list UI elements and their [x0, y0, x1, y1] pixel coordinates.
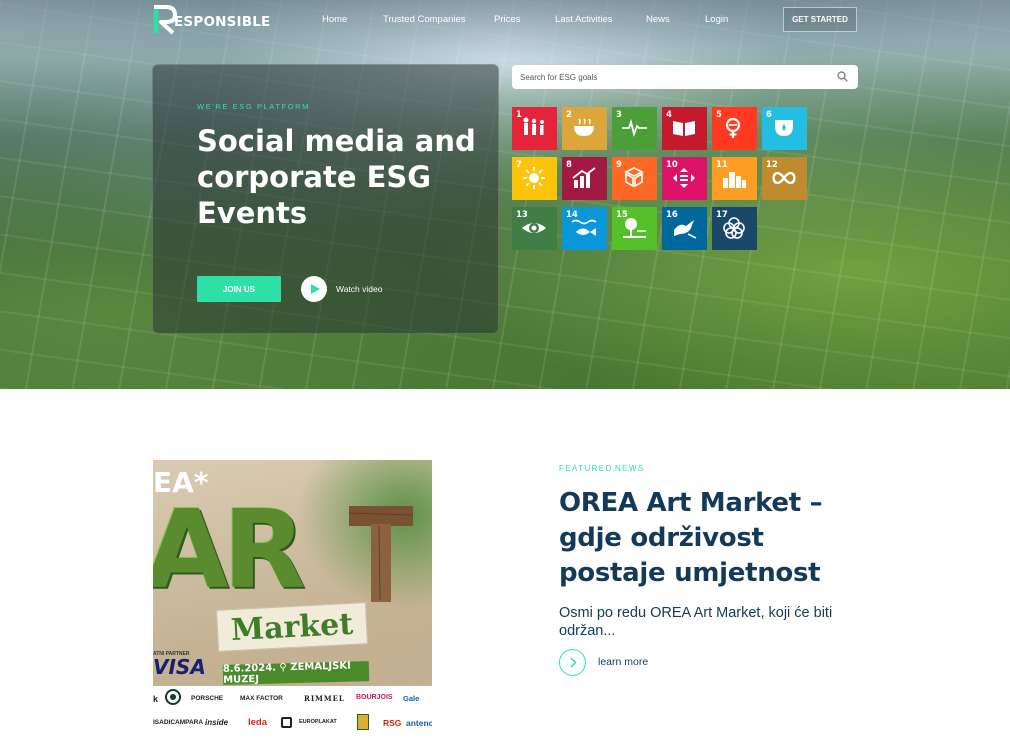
nav-trusted-companies[interactable]: Trusted Companies: [383, 14, 466, 25]
heartbeat-icon: [622, 118, 647, 138]
sdg-goal-16[interactable]: 16: [662, 207, 707, 250]
square-logo-icon: [281, 717, 292, 728]
crest-logo-icon: [357, 714, 369, 730]
wooden-letter-t-icon: [349, 506, 413, 602]
sponsor-logo: PORSCHE: [191, 695, 224, 702]
nav-news[interactable]: News: [646, 14, 670, 25]
hero-card: WE'RE ESG PLATFORM Social media and corp…: [152, 64, 499, 334]
nav-prices[interactable]: Prices: [494, 14, 520, 25]
city-buildings-icon: [723, 172, 746, 188]
sdg-goal-2[interactable]: 2: [562, 107, 607, 150]
sdg-goal-6[interactable]: 6: [762, 107, 807, 150]
infinity-icon: [772, 171, 796, 185]
esg-search: [512, 65, 858, 89]
category-news[interactable]: NEWS: [615, 464, 645, 473]
tree-land-icon: [623, 218, 646, 238]
chevron-right-icon: [569, 657, 577, 668]
poster-sponsors: k PORSCHE MAX FACTOR RIMMEL BOURJOIS Gal…: [153, 686, 432, 736]
post-excerpt: Osmi po redu OREA Art Market, koji će bi…: [559, 605, 833, 639]
sdg-goal-11[interactable]: 11: [712, 157, 757, 200]
poster-market-sign: Market: [216, 602, 368, 652]
equality-arrows-icon: [673, 168, 695, 188]
sponsor-logo: inside: [205, 718, 229, 727]
rings-icon: [723, 217, 745, 239]
sponsor-logo: MAX FACTOR: [240, 695, 283, 702]
sun-icon: [523, 167, 545, 189]
sdg-goal-13[interactable]: 13: [512, 207, 557, 250]
sponsor-logo: leda: [248, 717, 268, 728]
search-icon[interactable]: [837, 71, 848, 82]
logo-text: ESPONSIBLE: [174, 14, 271, 30]
sponsor-logo: BOURJOIS: [356, 694, 393, 701]
sdg-goal-15[interactable]: 15: [612, 207, 657, 250]
growth-chart-icon: [572, 167, 596, 188]
top-nav: ESPONSIBLE Home Trusted Companies Prices…: [0, 0, 1010, 40]
sdg-goal-4[interactable]: 4: [662, 107, 707, 150]
get-started-button[interactable]: GET STARTED: [783, 7, 857, 32]
sponsor-logo: k: [153, 694, 159, 704]
featured-image[interactable]: EA* AR Market ATNI PARTNER VISA 8.6.2024…: [153, 460, 432, 736]
bowl-icon: [574, 118, 594, 136]
nav-login[interactable]: Login: [705, 14, 728, 25]
sdg-goal-7[interactable]: 7: [512, 157, 557, 200]
sponsor-logo: ISADICAMPARA: [153, 719, 204, 726]
category-featured[interactable]: FEATURED: [559, 464, 613, 473]
dove-icon: [674, 220, 697, 239]
sdg-goal-3[interactable]: 3: [612, 107, 657, 150]
sdg-goal-10[interactable]: 10: [662, 157, 707, 200]
learn-more-link[interactable]: learn more: [598, 656, 648, 668]
gender-equality-icon: [725, 117, 741, 138]
play-icon: [310, 284, 320, 294]
sponsor-logo: EUROPLAKAT: [299, 719, 337, 725]
skoda-logo-icon: [165, 689, 181, 705]
play-video-button[interactable]: [301, 276, 327, 302]
sdg-goal-5[interactable]: 5: [712, 107, 757, 150]
post-title[interactable]: OREA Art Market – gdje održivost postaje…: [559, 486, 849, 591]
sponsor-logo: antenc: [406, 718, 432, 728]
poster-visa-logo: VISA: [153, 655, 206, 679]
sdg-goal-8[interactable]: 8: [562, 157, 607, 200]
watch-video-label[interactable]: Watch video: [336, 284, 382, 294]
hero-title: Social media and corporate ESG Events: [197, 124, 476, 230]
post-categories: FEATURED,NEWS: [559, 464, 645, 473]
logo-r-icon: [152, 5, 178, 35]
logo[interactable]: ESPONSIBLE: [152, 5, 270, 35]
sdg-goal-14[interactable]: 14: [562, 207, 607, 250]
poster-date-banner: 8.6.2024. ⚲ ZEMALJSKI MUZEJ: [223, 661, 370, 686]
join-us-button[interactable]: JOIN US: [197, 276, 281, 302]
water-drop-icon: [775, 120, 793, 136]
sdg-goal-17[interactable]: 17: [712, 207, 757, 250]
sponsor-logo: Gale: [403, 694, 420, 703]
sdg-goal-1[interactable]: 1: [512, 107, 557, 150]
sdg-goal-9[interactable]: 9: [612, 157, 657, 200]
eye-earth-icon: [522, 223, 546, 233]
book-icon: [673, 121, 695, 136]
sponsor-logo: RIMMEL: [304, 694, 345, 703]
sdg-goal-12[interactable]: 12: [762, 157, 807, 200]
fish-waves-icon: [571, 219, 597, 236]
hero-eyebrow: WE'RE ESG PLATFORM: [197, 102, 311, 111]
learn-more-button[interactable]: [559, 649, 586, 676]
people-family-icon: [523, 117, 544, 135]
sponsor-logo: RSG: [383, 718, 402, 728]
search-input[interactable]: [512, 65, 832, 89]
nav-last-activities[interactable]: Last Activities: [555, 14, 613, 25]
cubes-icon: [624, 167, 644, 188]
nav-home[interactable]: Home: [322, 14, 347, 25]
poster-art-letters: AR: [153, 488, 306, 613]
